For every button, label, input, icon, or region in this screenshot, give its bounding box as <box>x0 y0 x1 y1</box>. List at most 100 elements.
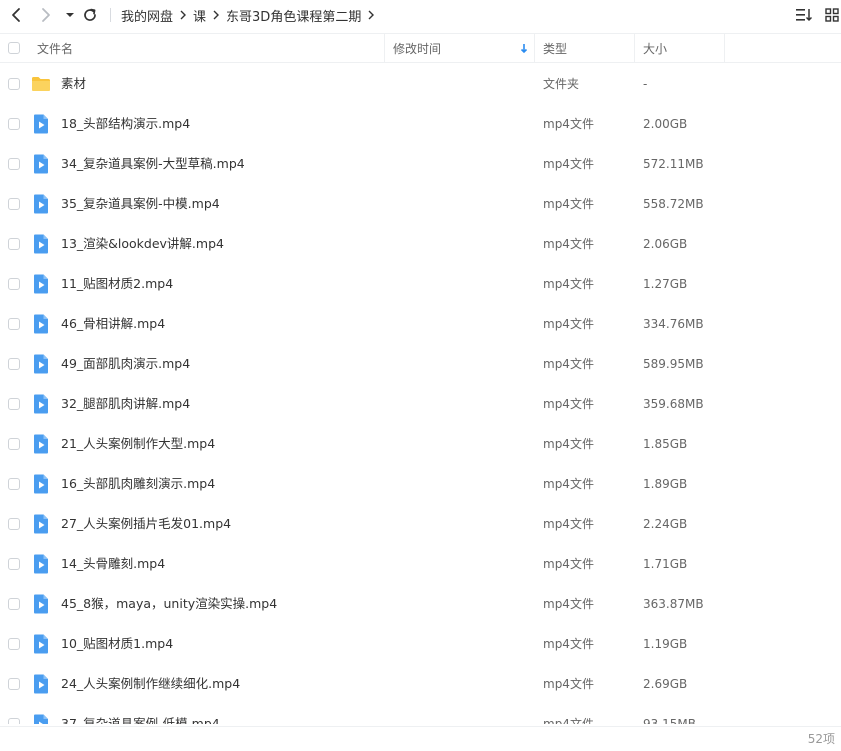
file-name[interactable]: 11_贴图材质2.mp4 <box>61 264 173 304</box>
file-type: mp4文件 <box>543 597 594 611</box>
file-name[interactable]: 37_复杂道具案例-低模.mp4 <box>61 704 220 724</box>
file-row[interactable]: 11_贴图材质2.mp4 mp4文件 1.27GB <box>0 264 841 304</box>
file-name[interactable]: 素材 <box>61 64 86 104</box>
breadcrumb-item-root[interactable]: 我的网盘 <box>121 6 173 25</box>
file-size: 1.27GB <box>643 277 688 291</box>
row-checkbox[interactable] <box>8 278 20 290</box>
file-row[interactable]: 10_贴图材质1.mp4 mp4文件 1.19GB <box>0 624 841 664</box>
column-divider[interactable] <box>634 34 635 62</box>
file-name[interactable]: 13_渲染&lookdev讲解.mp4 <box>61 224 224 264</box>
file-row[interactable]: 46_骨相讲解.mp4 mp4文件 334.76MB <box>0 304 841 344</box>
file-size: 1.19GB <box>643 637 688 651</box>
file-name[interactable]: 49_面部肌肉演示.mp4 <box>61 344 190 384</box>
file-name[interactable]: 21_人头案例制作大型.mp4 <box>61 424 215 464</box>
breadcrumb-expand-button[interactable] <box>361 9 381 21</box>
file-size: 334.76MB <box>643 317 704 331</box>
file-name[interactable]: 35_复杂道具案例-中模.mp4 <box>61 184 220 224</box>
file-row[interactable]: 32_腿部肌肉讲解.mp4 mp4文件 359.68MB <box>0 384 841 424</box>
file-size: 2.00GB <box>643 117 688 131</box>
file-list: 素材 文件夹 - 18_头部结构演示.mp4 mp4文件 2.00GB 34_复杂道具案例-… <box>0 64 841 724</box>
column-header-size[interactable]: 大小 <box>643 34 723 62</box>
chevron-right-icon <box>206 9 226 21</box>
file-size: 359.68MB <box>643 397 704 411</box>
file-name[interactable]: 16_头部肌肉雕刻演示.mp4 <box>61 464 215 504</box>
row-checkbox[interactable] <box>8 78 20 90</box>
file-row[interactable]: 24_人头案例制作继续细化.mp4 mp4文件 2.69GB <box>0 664 841 704</box>
file-type: mp4文件 <box>543 677 594 691</box>
video-file-icon <box>34 714 48 724</box>
file-type: mp4文件 <box>543 237 594 251</box>
grid-view-button[interactable] <box>823 6 841 24</box>
file-row[interactable]: 45_8猴，maya，unity渲染实操.mp4 mp4文件 363.87MB <box>0 584 841 624</box>
column-size-label: 大小 <box>643 41 668 56</box>
forward-button[interactable] <box>36 5 56 25</box>
column-header-type[interactable]: 类型 <box>543 34 633 62</box>
breadcrumb: 我的网盘 课 东哥3D角色课程第二期 <box>110 0 381 30</box>
row-checkbox[interactable] <box>8 158 20 170</box>
refresh-button[interactable] <box>80 5 100 25</box>
video-file-icon <box>34 114 48 134</box>
video-file-icon <box>34 314 48 334</box>
file-row[interactable]: 13_渲染&lookdev讲解.mp4 mp4文件 2.06GB <box>0 224 841 264</box>
row-checkbox[interactable] <box>8 318 20 330</box>
video-file-icon <box>34 554 48 574</box>
file-row[interactable]: 37_复杂道具案例-低模.mp4 mp4文件 93.15MB <box>0 704 841 724</box>
row-checkbox[interactable] <box>8 238 20 250</box>
file-row[interactable]: 27_人头案例插片毛发01.mp4 mp4文件 2.24GB <box>0 504 841 544</box>
row-checkbox[interactable] <box>8 558 20 570</box>
column-header-name[interactable]: 文件名 <box>37 34 377 62</box>
row-checkbox[interactable] <box>8 718 20 724</box>
file-row[interactable]: 16_头部肌肉雕刻演示.mp4 mp4文件 1.89GB <box>0 464 841 504</box>
sort-options-button[interactable] <box>795 6 813 24</box>
column-divider[interactable] <box>724 34 725 62</box>
history-dropdown-button[interactable] <box>60 5 80 25</box>
breadcrumb-divider <box>110 8 121 22</box>
file-row[interactable]: 14_头骨雕刻.mp4 mp4文件 1.71GB <box>0 544 841 584</box>
file-name[interactable]: 45_8猴，maya，unity渲染实操.mp4 <box>61 584 277 624</box>
file-name[interactable]: 24_人头案例制作继续细化.mp4 <box>61 664 240 704</box>
file-row[interactable]: 素材 文件夹 - <box>0 64 841 104</box>
file-type: mp4文件 <box>543 557 594 571</box>
back-button[interactable] <box>6 5 26 25</box>
file-row[interactable]: 34_复杂道具案例-大型草稿.mp4 mp4文件 572.11MB <box>0 144 841 184</box>
file-type: mp4文件 <box>543 277 594 291</box>
select-all-checkbox[interactable] <box>8 42 20 54</box>
item-count: 52项 <box>807 732 835 746</box>
file-name[interactable]: 46_骨相讲解.mp4 <box>61 304 165 344</box>
file-name[interactable]: 18_头部结构演示.mp4 <box>61 104 190 144</box>
file-size: 1.89GB <box>643 477 688 491</box>
row-checkbox[interactable] <box>8 678 20 690</box>
sort-list-icon <box>796 9 812 22</box>
file-size: - <box>643 77 648 91</box>
file-size: 2.24GB <box>643 517 688 531</box>
breadcrumb-item-current[interactable]: 东哥3D角色课程第二期 <box>226 6 361 25</box>
row-checkbox[interactable] <box>8 638 20 650</box>
row-checkbox[interactable] <box>8 518 20 530</box>
file-name[interactable]: 27_人头案例插片毛发01.mp4 <box>61 504 231 544</box>
file-name[interactable]: 10_贴图材质1.mp4 <box>61 624 173 664</box>
file-name[interactable]: 32_腿部肌肉讲解.mp4 <box>61 384 190 424</box>
sort-descending-icon <box>520 44 528 54</box>
column-header-modified[interactable]: 修改时间 <box>393 34 533 62</box>
file-name[interactable]: 34_复杂道具案例-大型草稿.mp4 <box>61 144 245 184</box>
video-file-icon <box>34 354 48 374</box>
view-controls <box>795 6 841 24</box>
row-checkbox[interactable] <box>8 118 20 130</box>
column-name-label: 文件名 <box>37 41 74 56</box>
breadcrumb-item-course[interactable]: 课 <box>193 6 206 25</box>
row-checkbox[interactable] <box>8 398 20 410</box>
column-divider[interactable] <box>384 34 385 62</box>
column-divider[interactable] <box>534 34 535 62</box>
file-row[interactable]: 49_面部肌肉演示.mp4 mp4文件 589.95MB <box>0 344 841 384</box>
file-row[interactable]: 18_头部结构演示.mp4 mp4文件 2.00GB <box>0 104 841 144</box>
file-name[interactable]: 14_头骨雕刻.mp4 <box>61 544 165 584</box>
file-size: 2.69GB <box>643 677 688 691</box>
row-checkbox[interactable] <box>8 358 20 370</box>
column-type-label: 类型 <box>543 41 568 56</box>
row-checkbox[interactable] <box>8 198 20 210</box>
row-checkbox[interactable] <box>8 438 20 450</box>
row-checkbox[interactable] <box>8 478 20 490</box>
file-row[interactable]: 35_复杂道具案例-中模.mp4 mp4文件 558.72MB <box>0 184 841 224</box>
file-row[interactable]: 21_人头案例制作大型.mp4 mp4文件 1.85GB <box>0 424 841 464</box>
row-checkbox[interactable] <box>8 598 20 610</box>
